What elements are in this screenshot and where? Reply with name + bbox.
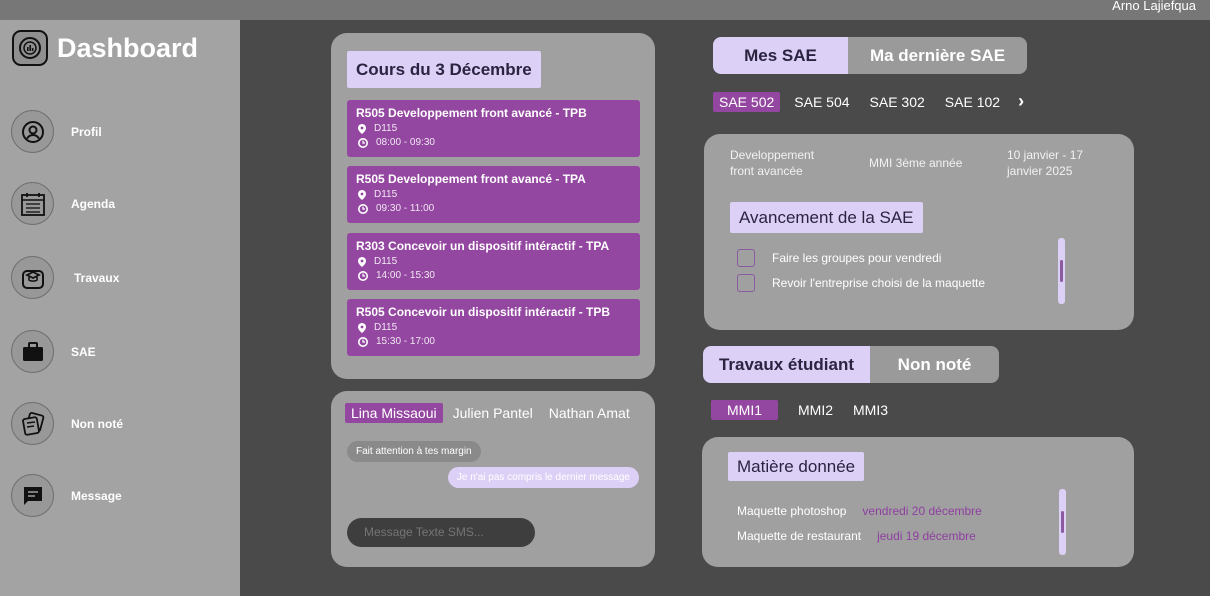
task-checkbox[interactable] [737, 274, 755, 292]
course-title: R303 Concevoir un dispositif intéractif … [356, 239, 610, 253]
tab-non-note[interactable]: Non noté [870, 346, 999, 383]
notes-icon [11, 402, 54, 445]
sae-subject: Developpement front avancée [730, 148, 815, 178]
task-item: Faire les groupes pour vendredi [737, 249, 941, 267]
course-time: 14:00 - 15:30 [376, 270, 435, 281]
chat-contact-tab[interactable]: Lina Missaoui [345, 403, 443, 423]
chat-contacts: Lina Missaoui Julien Pantel Nathan Amat [345, 403, 640, 423]
matiere-date: jeudi 19 décembre [877, 529, 976, 543]
sae-tab-group: Mes SAE Ma dernière SAE [713, 37, 1027, 74]
location-pin-icon [358, 322, 366, 333]
scrollbar-thumb[interactable] [1060, 260, 1063, 282]
sae-detail-card: Developpement front avancée MMI 3ème ann… [704, 134, 1134, 330]
matiere-title: Matière donnée [728, 452, 865, 481]
matiere-name: Maquette de restaurant [737, 529, 862, 543]
class-tab[interactable]: MMI2 [792, 400, 839, 420]
sidebar-item-sae[interactable]: SAE [11, 330, 96, 373]
clock-icon [358, 336, 368, 347]
matiere-item[interactable]: Maquette de restaurant jeudi 19 décembre [737, 529, 976, 543]
sidebar-item-label: SAE [71, 344, 96, 359]
user-circle-icon [11, 110, 54, 153]
course-title: R505 Developpement front avancé - TPA [356, 172, 586, 186]
courses-title: Cours du 3 Décembre [347, 51, 541, 88]
class-tabs: MMI1 MMI2 MMI3 [711, 400, 902, 420]
location-pin-icon [358, 123, 366, 134]
task-scrollbar[interactable] [1058, 238, 1065, 304]
course-room: D115 [374, 322, 398, 333]
top-bar: Arno Lajiefqua [0, 0, 1210, 20]
sidebar-item-travaux[interactable]: Travaux [11, 256, 119, 299]
matiere-card: Matière donnée Maquette photoshop vendre… [702, 437, 1134, 567]
sidebar-item-profil[interactable]: Profil [11, 110, 102, 153]
sidebar-item-non-note[interactable]: Non noté [11, 402, 123, 445]
course-item[interactable]: R505 Developpement front avancé - TPB D1… [347, 100, 640, 157]
sae-code-tabs: SAE 502 SAE 504 SAE 302 SAE 102 › [713, 91, 1036, 112]
task-checkbox[interactable] [737, 249, 755, 267]
sidebar-item-label: Agenda [71, 196, 116, 211]
matiere-name: Maquette photoshop [737, 504, 847, 518]
clock-icon [358, 137, 368, 148]
sae-code-tab[interactable]: SAE 504 [788, 92, 855, 112]
sidebar-item-label: Non noté [71, 416, 123, 431]
sae-code-tab[interactable]: SAE 302 [864, 92, 931, 112]
location-pin-icon [358, 256, 366, 267]
course-item[interactable]: R505 Developpement front avancé - TPA D1… [347, 166, 640, 223]
message-input[interactable] [347, 518, 535, 547]
dashboard-logo-icon [12, 30, 48, 66]
graduation-cap-icon [11, 256, 54, 299]
chevron-right-icon[interactable]: › [1014, 91, 1028, 112]
progress-title: Avancement de la SAE [730, 202, 923, 233]
clock-icon [358, 203, 368, 214]
task-label: Revoir l'entreprise choisi de la maquett… [772, 276, 986, 290]
course-time: 08:00 - 09:30 [376, 137, 435, 148]
clock-icon [358, 270, 368, 281]
sidebar-item-label: Message [71, 488, 122, 503]
tab-travaux-etudiant[interactable]: Travaux étudiant [703, 346, 870, 383]
tab-derniere-sae[interactable]: Ma dernière SAE [848, 37, 1027, 74]
courses-card: Cours du 3 Décembre R505 Developpement f… [331, 33, 655, 379]
task-label: Faire les groupes pour vendredi [772, 251, 942, 265]
course-item[interactable]: R303 Concevoir un dispositif intéractif … [347, 233, 640, 290]
incoming-message: Fait attention à tes margin [347, 441, 481, 462]
chat-contact-tab[interactable]: Julien Pantel [447, 403, 539, 423]
course-room: D115 [374, 123, 398, 134]
user-name[interactable]: Arno Lajiefqua [1112, 0, 1196, 13]
chat-contact-tab[interactable]: Nathan Amat [543, 403, 636, 423]
travaux-tab-group: Travaux étudiant Non noté [703, 346, 999, 383]
chat-card: Lina Missaoui Julien Pantel Nathan Amat … [331, 391, 655, 567]
matiere-scrollbar[interactable] [1059, 489, 1066, 555]
main-content: Cours du 3 Décembre R505 Developpement f… [240, 20, 1210, 596]
course-time: 15:30 - 17:00 [376, 336, 435, 347]
sidebar-item-label: Travaux [74, 270, 120, 285]
course-title: R505 Developpement front avancé - TPB [356, 106, 587, 120]
outgoing-message: Je n'ai pas compris le dernier message [447, 467, 639, 488]
course-title: R505 Concevoir un dispositif intéractif … [356, 305, 611, 319]
matiere-item[interactable]: Maquette photoshop vendredi 20 décembre [737, 504, 982, 518]
course-room: D115 [374, 189, 398, 200]
sae-level: MMI 3ème année [869, 156, 963, 170]
course-time: 09:30 - 11:00 [376, 203, 435, 214]
sae-code-tab[interactable]: SAE 102 [939, 92, 1006, 112]
course-room: D115 [374, 256, 398, 267]
sae-dates: 10 janvier - 17 janvier 2025 [1007, 148, 1084, 178]
course-item[interactable]: R505 Concevoir un dispositif intéractif … [347, 299, 640, 356]
scrollbar-thumb[interactable] [1061, 511, 1064, 533]
location-pin-icon [358, 189, 366, 200]
calendar-icon [11, 182, 54, 225]
sidebar: Dashboard Profil Agenda Travaux SAE Non … [0, 20, 240, 596]
class-tab[interactable]: MMI1 [711, 400, 778, 420]
matiere-date: vendredi 20 décembre [862, 504, 982, 518]
tab-mes-sae[interactable]: Mes SAE [713, 37, 848, 74]
task-item: Revoir l'entreprise choisi de la maquett… [737, 274, 985, 292]
sae-code-tab[interactable]: SAE 502 [713, 91, 781, 112]
sidebar-item-message[interactable]: Message [11, 474, 122, 517]
sidebar-item-agenda[interactable]: Agenda [11, 182, 115, 225]
briefcase-icon [11, 330, 54, 373]
message-icon [11, 474, 54, 517]
logo[interactable]: Dashboard [12, 30, 198, 66]
class-tab[interactable]: MMI3 [847, 400, 894, 420]
sidebar-item-label: Profil [71, 124, 102, 139]
app-title: Dashboard [57, 32, 199, 63]
